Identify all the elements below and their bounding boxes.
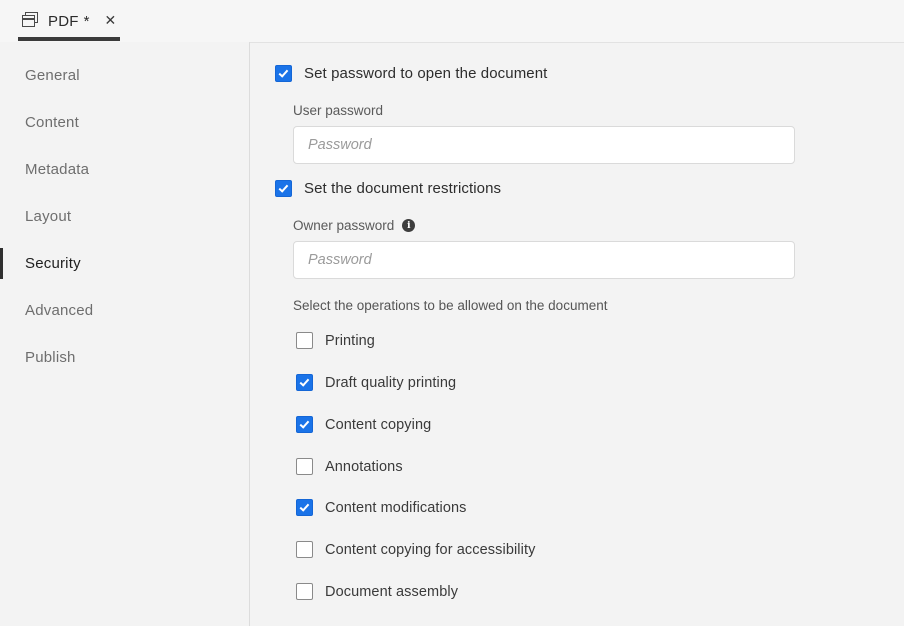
operation-label: Draft quality printing [325,375,456,391]
info-icon[interactable]: i [402,219,415,232]
operation-checkbox-content-copying-for-accessibility[interactable] [296,541,313,558]
tab-strip: PDF * ✕ [0,0,904,43]
set-restrictions-checkbox-row[interactable]: Set the document restrictions [275,180,501,197]
sidebar-item-advanced[interactable]: Advanced [0,287,249,334]
owner-password-input[interactable] [293,241,795,279]
operation-checkbox-content-modifications[interactable] [296,499,313,516]
operation-checkbox-annotations[interactable] [296,458,313,475]
operation-label: Content copying for accessibility [325,542,535,558]
sidebar-item-label: Metadata [25,161,89,178]
sidebar-item-label: Advanced [25,302,93,319]
tab-label: PDF [48,13,79,30]
operation-checkbox-draft-quality-printing[interactable] [296,374,313,391]
sidebar-item-label: Layout [25,208,71,225]
operation-label: Printing [325,333,375,349]
sidebar-item-security[interactable]: Security [0,240,249,287]
operation-label: Document assembly [325,584,458,600]
tab-dirty-marker: * [84,13,90,30]
operation-checkbox-content-copying[interactable] [296,416,313,433]
sidebar-item-general[interactable]: General [0,52,249,99]
operation-row-document-assembly[interactable]: Document assembly [296,583,458,600]
operation-row-annotations[interactable]: Annotations [296,458,403,475]
operation-label: Annotations [325,459,403,475]
set-open-password-checkbox[interactable] [275,65,292,82]
operations-hint: Select the operations to be allowed on t… [293,298,607,313]
set-open-password-label: Set password to open the document [304,65,547,82]
sidebar-item-content[interactable]: Content [0,99,249,146]
sidebar-item-label: General [25,67,80,84]
operation-row-draft-quality-printing[interactable]: Draft quality printing [296,374,456,391]
operation-label: Content modifications [325,500,467,516]
user-password-input[interactable] [293,126,795,164]
sidebar-item-label: Publish [25,349,76,366]
user-password-label: User password [293,103,383,118]
operation-checkbox-printing[interactable] [296,332,313,349]
sidebar: General Content Metadata Layout Security… [0,42,250,626]
operation-row-printing[interactable]: Printing [296,332,375,349]
sidebar-item-label: Content [25,114,79,131]
operation-label: Content copying [325,417,431,433]
operation-row-content-modifications[interactable]: Content modifications [296,499,467,516]
sidebar-item-label: Security [25,255,81,272]
set-open-password-checkbox-row[interactable]: Set password to open the document [275,65,547,82]
set-restrictions-checkbox[interactable] [275,180,292,197]
tab-active-underline [18,37,120,41]
operation-row-content-copying[interactable]: Content copying [296,416,431,433]
tab-pdf[interactable]: PDF * ✕ [16,0,126,42]
sidebar-item-metadata[interactable]: Metadata [0,146,249,193]
windows-stack-icon [22,12,40,30]
set-restrictions-label: Set the document restrictions [304,180,501,197]
security-settings-panel: Set password to open the document User p… [251,43,904,626]
operation-row-content-copying-for-accessibility[interactable]: Content copying for accessibility [296,541,535,558]
sidebar-item-publish[interactable]: Publish [0,334,249,381]
operation-checkbox-document-assembly[interactable] [296,583,313,600]
sidebar-item-layout[interactable]: Layout [0,193,249,240]
close-icon[interactable]: ✕ [104,14,116,28]
owner-password-label: Owner password i [293,218,415,233]
